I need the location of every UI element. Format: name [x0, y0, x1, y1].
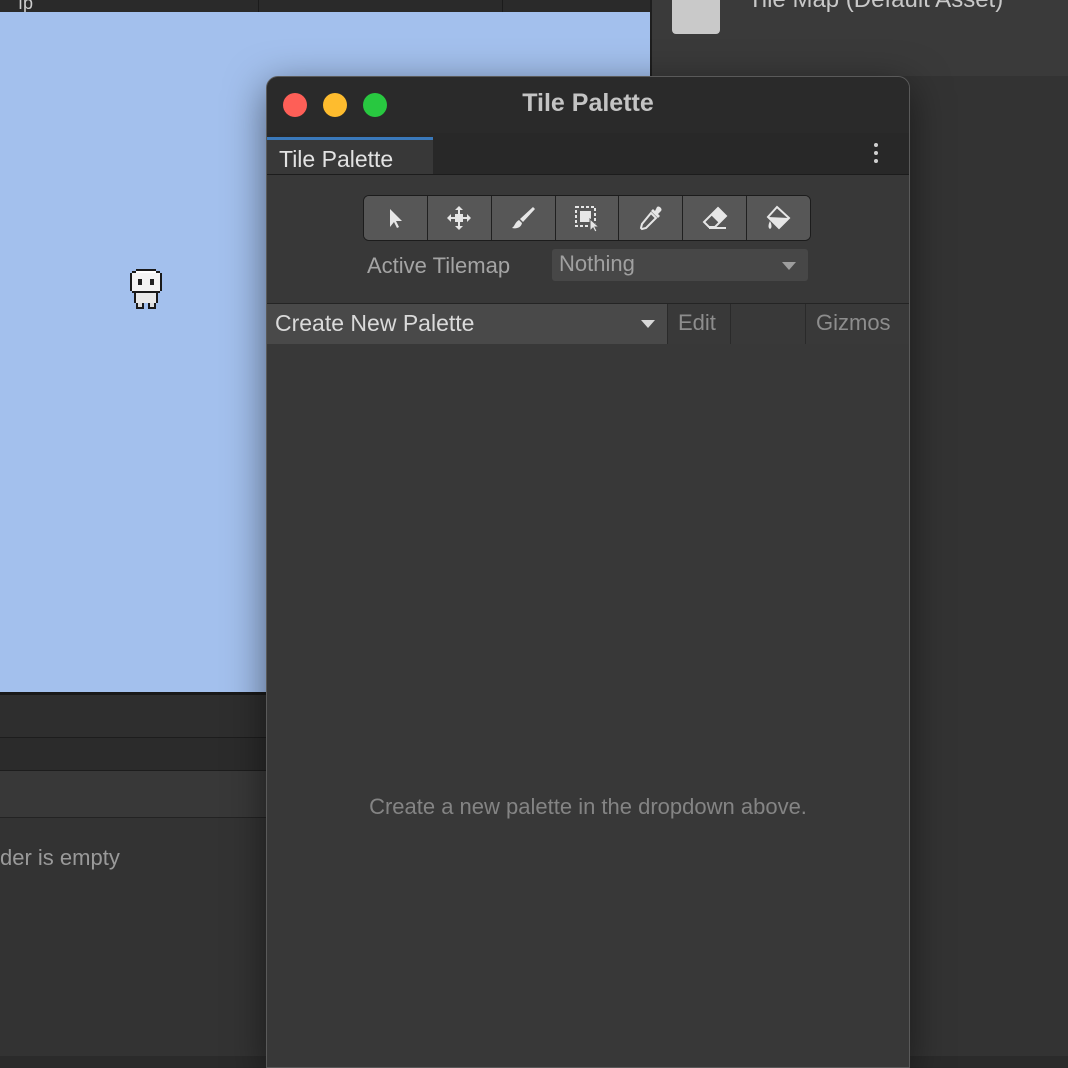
project-header [0, 771, 270, 818]
tab-bar: Tile Palette [267, 133, 909, 175]
bottom-panel-toolbar [0, 695, 270, 738]
arrow-icon [390, 209, 403, 228]
chevron-down-icon [782, 262, 796, 270]
palette-dropdown[interactable]: Create New Palette [267, 304, 668, 344]
brush-icon [512, 207, 536, 229]
tab-label: Tile Palette [279, 146, 394, 172]
pick-tool-button[interactable] [619, 196, 684, 240]
asset-title: Tile Map (Default Asset) [748, 0, 1003, 14]
player-sprite[interactable] [130, 269, 162, 315]
palette-grid-area[interactable]: Create a new palette in the dropdown abo… [267, 344, 909, 1067]
active-tilemap-label: Active Tilemap [367, 253, 511, 278]
tool-toolbar [363, 195, 811, 241]
edit-button[interactable]: Edit [668, 304, 731, 344]
scene-toolbar-text: ıp [18, 0, 34, 13]
active-tilemap-value: Nothing [559, 251, 635, 276]
erase-tool-button[interactable] [683, 196, 748, 240]
tab-tile-palette[interactable]: Tile Palette [267, 137, 433, 174]
active-tilemap-dropdown[interactable]: Nothing [552, 249, 808, 281]
paint-tool-button[interactable] [491, 196, 556, 240]
more-options-icon[interactable] [865, 141, 887, 169]
eyedropper-icon [639, 206, 662, 231]
palette-toolbar-spacer [731, 304, 806, 344]
gizmos-button[interactable]: Gizmos [806, 304, 909, 344]
empty-palette-message: Create a new palette in the dropdown abo… [369, 794, 807, 819]
move-icon [447, 206, 472, 230]
flood-fill-tool-button[interactable] [747, 196, 810, 240]
box-select-icon [575, 206, 601, 232]
palette-toolbar: Create New Palette Edit Gizmos [267, 303, 909, 345]
chevron-down-icon [641, 320, 655, 328]
bottom-panel-tabs [0, 738, 270, 771]
folder-icon [672, 0, 720, 34]
folder-empty-message: der is empty [0, 845, 120, 870]
box-fill-tool-button[interactable] [555, 196, 620, 240]
gizmos-label: Gizmos [816, 310, 891, 335]
tile-palette-window: Tile Palette Tile Palette Active Tilemap… [266, 76, 910, 1068]
eraser-icon [702, 206, 728, 229]
palette-dropdown-label: Create New Palette [275, 310, 475, 336]
paint-bucket-icon [766, 205, 791, 230]
window-titlebar[interactable]: Tile Palette [267, 77, 909, 133]
edit-label: Edit [678, 310, 716, 335]
move-tool-button[interactable] [427, 196, 492, 240]
window-title: Tile Palette [522, 89, 654, 117]
select-tool-button[interactable] [364, 196, 428, 240]
